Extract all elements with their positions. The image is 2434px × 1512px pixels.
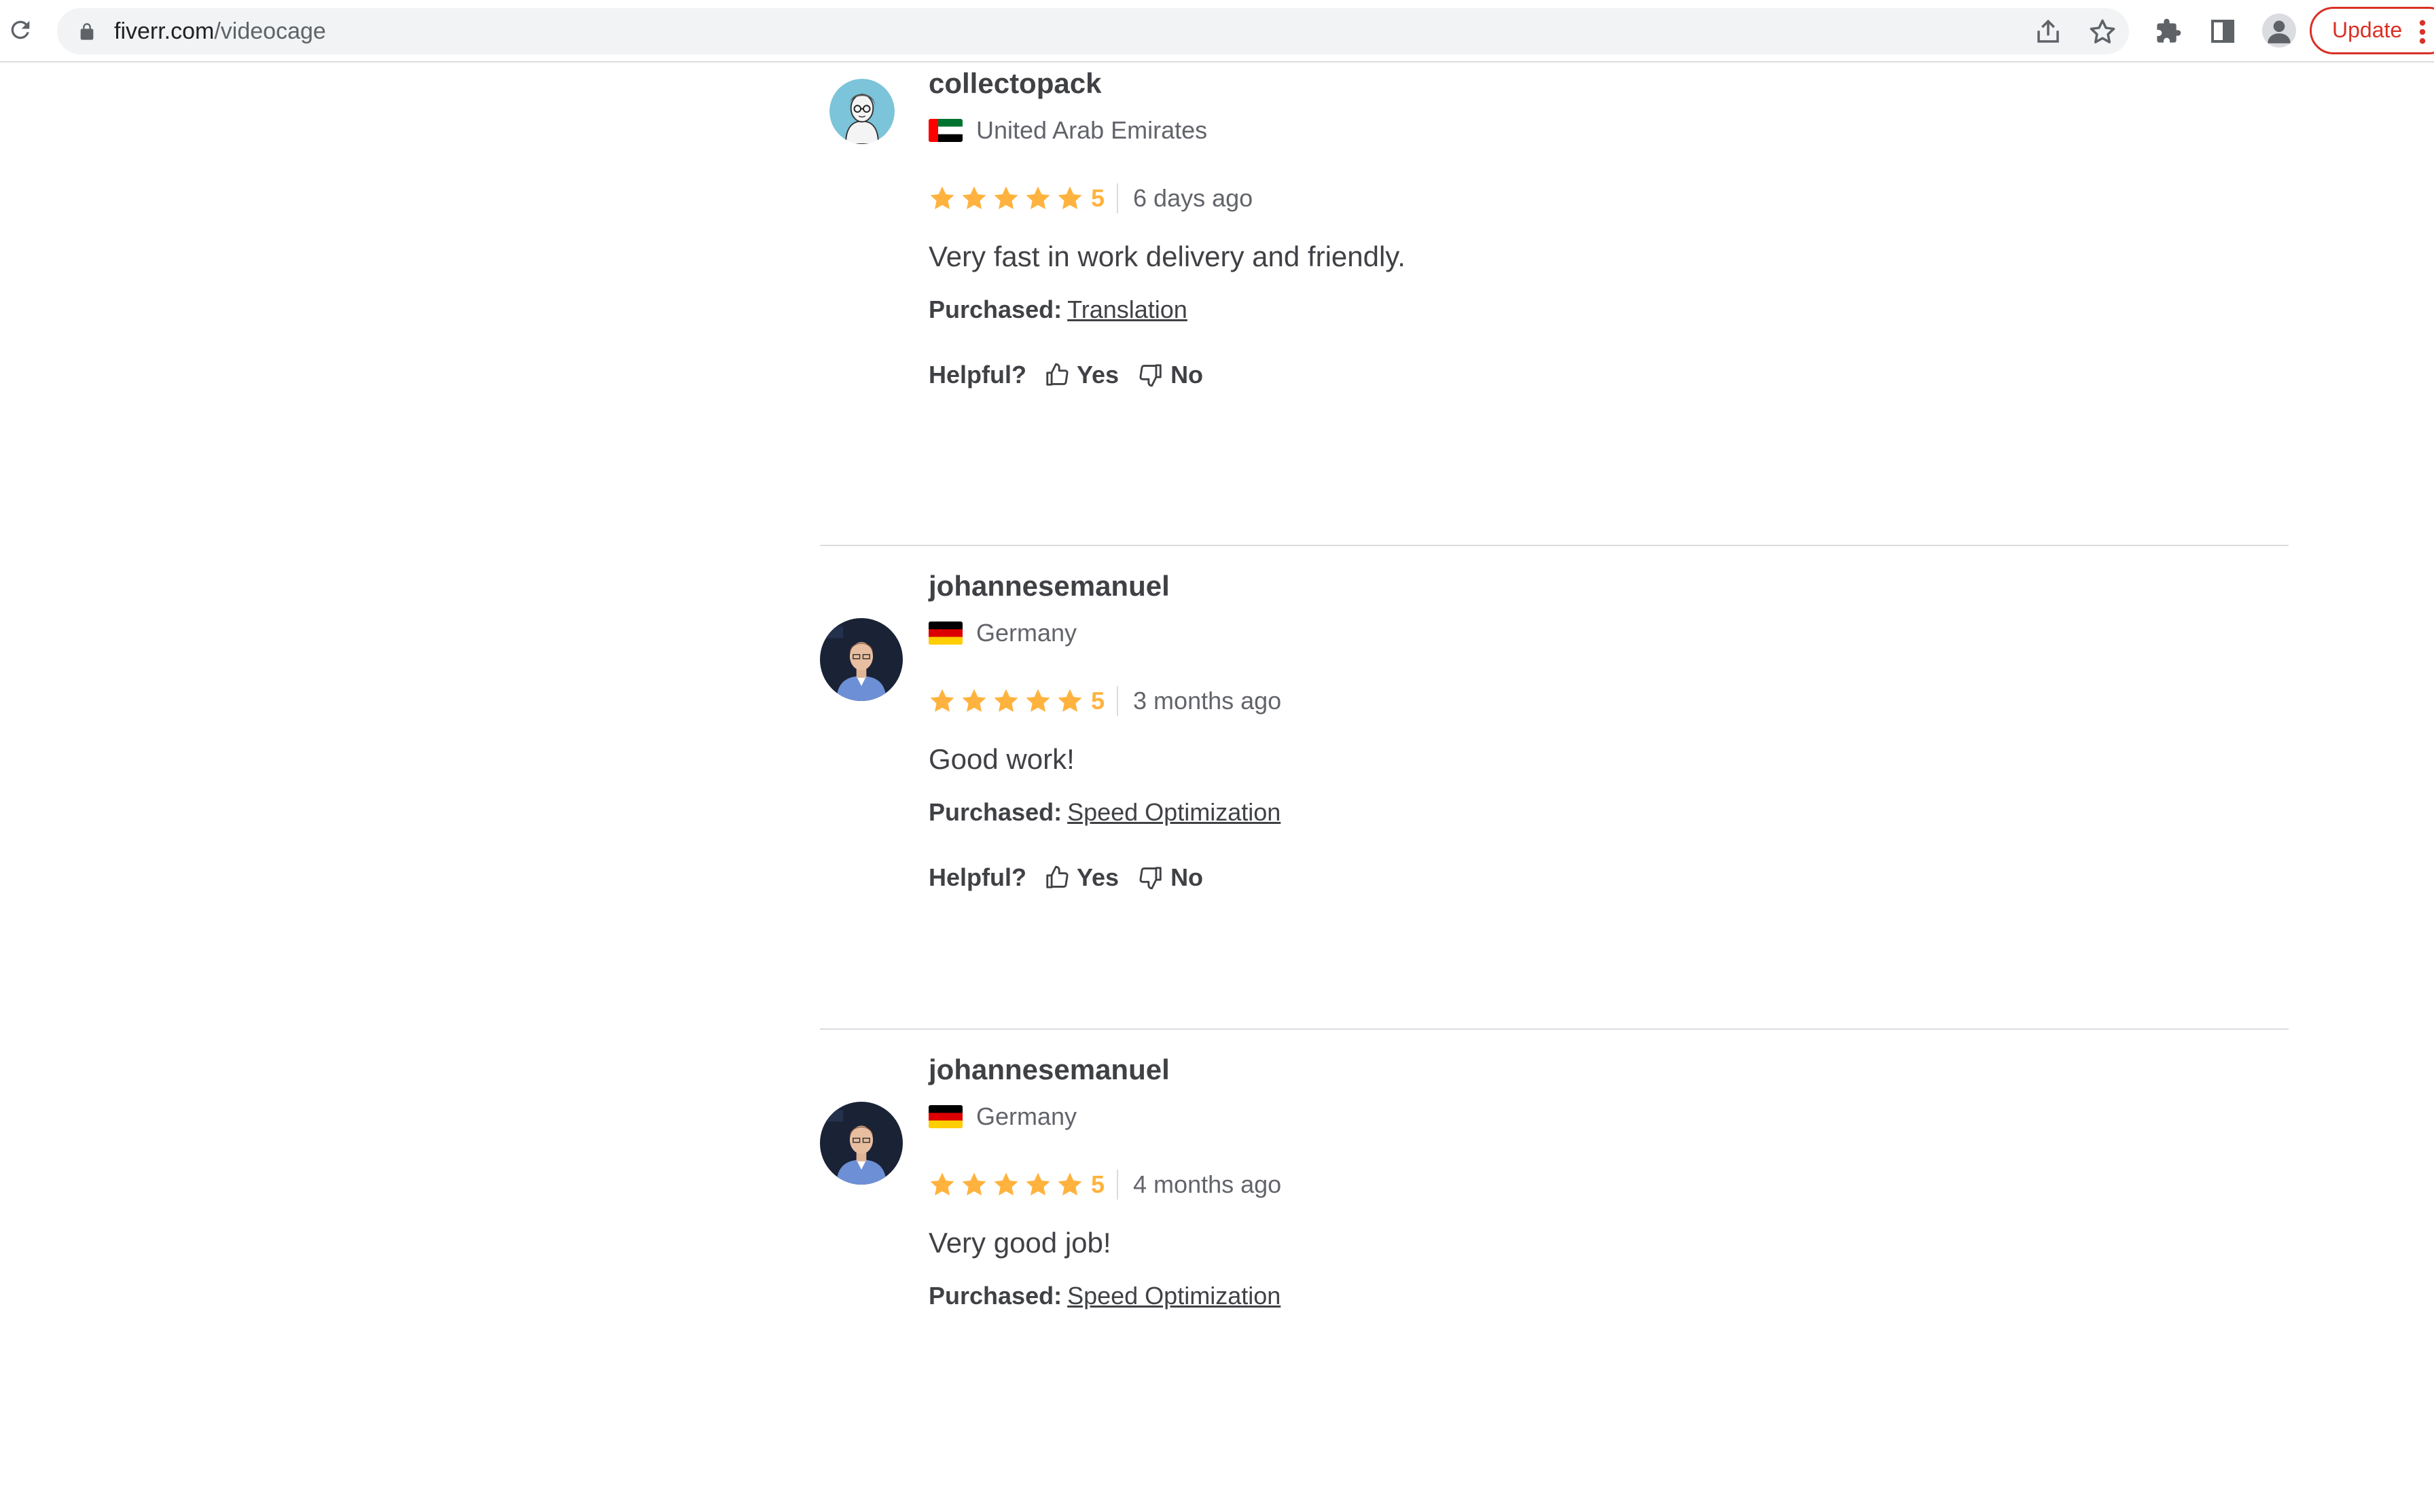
- share-icon[interactable]: [2034, 18, 2062, 46]
- no-label: No: [1170, 361, 1204, 389]
- review-content: collectopack United Arab Emirates 5 6 da…: [929, 67, 1406, 390]
- purchased-line: Purchased: Translation: [929, 295, 1406, 325]
- thumbs-up-icon: [1046, 363, 1069, 386]
- star-rating: [929, 185, 1088, 212]
- helpful-label: Helpful?: [929, 361, 1026, 389]
- review-time: 6 days ago: [1133, 184, 1253, 212]
- review-item: johannesemanuel Germany: [820, 1028, 2289, 1512]
- purchased-item-link[interactable]: Speed Optimization: [1067, 798, 1281, 826]
- update-label: Update: [2332, 18, 2403, 42]
- more-vert-icon[interactable]: [2419, 18, 2426, 46]
- helpful-yes-button[interactable]: Yes: [1044, 361, 1119, 389]
- reviewer-avatar[interactable]: [820, 1102, 903, 1185]
- yes-label: Yes: [1076, 863, 1120, 891]
- rating-score: 5: [1091, 686, 1119, 716]
- update-button[interactable]: Update: [2310, 7, 2434, 54]
- purchased-line: Purchased: Speed Optimization: [929, 797, 1281, 827]
- uae-flag-icon: [929, 119, 963, 142]
- rating-score: 5: [1091, 1170, 1119, 1200]
- url-host: fiverr.com: [114, 18, 215, 44]
- germany-flag-icon: [929, 622, 963, 645]
- reviewer-avatar[interactable]: [829, 79, 895, 144]
- star-icon: [994, 1172, 1018, 1195]
- review-time: 4 months ago: [1133, 1170, 1282, 1198]
- germany-flag-icon: [929, 1105, 963, 1128]
- star-icon: [1058, 186, 1082, 209]
- star-icon: [1026, 186, 1050, 209]
- review-item: collectopack United Arab Emirates 5 6 da…: [820, 62, 2289, 545]
- url-path: /videocage: [214, 18, 326, 44]
- star-rating: [929, 1171, 1088, 1198]
- helpful-no-button[interactable]: No: [1138, 361, 1203, 389]
- thumbs-down-icon: [1139, 364, 1162, 387]
- purchased-label: Purchased:: [929, 295, 1062, 323]
- browser-toolbar: fiverr.com/videocage Update: [0, 0, 2434, 62]
- purchased-item-link[interactable]: Translation: [1067, 295, 1187, 323]
- thumbs-down-icon: [1139, 867, 1162, 890]
- lock-icon: [80, 23, 94, 40]
- reviewer-avatar[interactable]: [820, 618, 903, 701]
- review-rating: 5 4 months ago: [929, 1170, 1281, 1200]
- star-icon: [930, 186, 954, 209]
- review-text: Very fast in work delivery and friendly.: [929, 240, 1406, 272]
- star-rating: [929, 687, 1088, 715]
- reviews-list: collectopack United Arab Emirates 5 6 da…: [820, 62, 2289, 1512]
- review-rating: 5 3 months ago: [929, 686, 1281, 716]
- review-item: johannesemanuel Germany: [820, 545, 2289, 1028]
- profile-avatar[interactable]: [2262, 14, 2296, 48]
- star-icon: [994, 186, 1018, 209]
- bookmark-star-icon[interactable]: [2088, 18, 2117, 46]
- helpful-row: Helpful? Yes No: [929, 863, 1281, 893]
- review-text: Good work!: [929, 743, 1075, 775]
- country-name: United Arab Emirates: [976, 116, 1208, 144]
- purchased-item-link[interactable]: Speed Optimization: [1067, 1282, 1281, 1310]
- sketch-portrait-avatar-icon: [829, 79, 895, 144]
- yes-label: Yes: [1076, 361, 1120, 389]
- reviewer-username[interactable]: johannesemanuel: [929, 1053, 1281, 1087]
- country-name: Germany: [976, 619, 1077, 647]
- review-time: 3 months ago: [1133, 687, 1282, 715]
- no-label: No: [1170, 863, 1204, 891]
- review-rating: 5 6 days ago: [929, 183, 1406, 213]
- reviewer-username[interactable]: collectopack: [929, 67, 1406, 101]
- review-text: Very good job!: [929, 1227, 1111, 1259]
- photo-avatar-icon: [820, 1102, 903, 1185]
- star-icon: [1026, 689, 1050, 712]
- reviewer-country: United Arab Emirates: [929, 115, 1406, 145]
- helpful-label: Helpful?: [929, 863, 1026, 891]
- reviewer-country: Germany: [929, 1102, 1281, 1132]
- review-content: johannesemanuel Germany: [929, 1053, 1281, 1311]
- rating-score: 5: [1091, 183, 1119, 213]
- purchased-line: Purchased: Speed Optimization: [929, 1281, 1281, 1311]
- photo-avatar-icon: [820, 618, 903, 701]
- address-bar[interactable]: fiverr.com/videocage: [57, 8, 2129, 54]
- person-icon: [2268, 20, 2291, 43]
- reviewer-username[interactable]: johannesemanuel: [929, 569, 1281, 603]
- purchased-label: Purchased:: [929, 798, 1062, 826]
- star-icon: [1058, 1172, 1082, 1195]
- helpful-row: Helpful? Yes No: [929, 360, 1406, 390]
- star-icon: [962, 1172, 986, 1195]
- country-name: Germany: [976, 1102, 1077, 1130]
- star-icon: [994, 689, 1018, 712]
- star-icon: [930, 1172, 954, 1195]
- reload-icon[interactable]: [7, 16, 34, 43]
- star-icon: [1058, 689, 1082, 712]
- side-panel-icon[interactable]: [2209, 18, 2236, 45]
- star-icon: [930, 689, 954, 712]
- helpful-yes-button[interactable]: Yes: [1044, 863, 1119, 892]
- review-content: johannesemanuel Germany: [929, 569, 1281, 893]
- url-text[interactable]: fiverr.com/videocage: [114, 18, 326, 45]
- helpful-no-button[interactable]: No: [1138, 863, 1203, 892]
- purchased-label: Purchased:: [929, 1282, 1062, 1310]
- reviewer-country: Germany: [929, 618, 1281, 648]
- star-icon: [1026, 1172, 1050, 1195]
- star-icon: [962, 689, 986, 712]
- star-icon: [962, 186, 986, 209]
- extensions-puzzle-icon[interactable]: [2155, 18, 2182, 45]
- thumbs-up-icon: [1046, 865, 1069, 888]
